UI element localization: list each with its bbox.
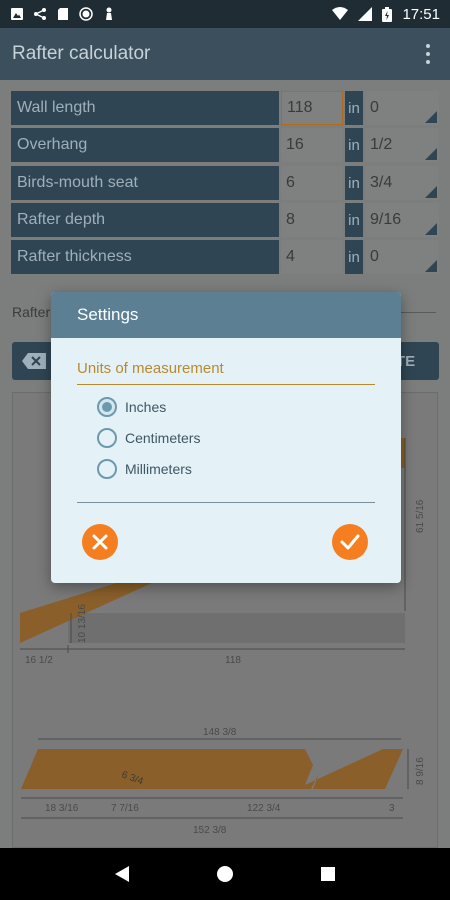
dim-d: 3 [389,803,395,814]
unit-label: in [345,203,363,237]
rafter-depth-fraction-select[interactable]: 9/16 [365,203,439,237]
app-bar: Rafter calculator [0,28,450,80]
radio-inches[interactable]: Inches [97,397,166,417]
overhang-input[interactable]: 16 [281,128,343,162]
dim-b: 7 7/16 [111,803,139,814]
unit-label: in [345,91,363,125]
home-icon[interactable] [216,865,234,883]
radio-label: Millimeters [125,461,192,477]
section-label: Rafter [12,304,51,320]
input-row-rafter-depth: Rafter depth 8 in 9/16 [11,203,439,237]
radio-label: Inches [125,399,167,415]
sd-card-icon [58,8,68,20]
rafter-thickness-input[interactable]: 4 [281,240,343,274]
birds-mouth-seat-input[interactable]: 6 [281,166,343,200]
dropdown-corner-icon [425,260,437,272]
record-icon [79,7,93,21]
radio-button-checked[interactable] [97,397,117,417]
dim-run: 118 [225,655,241,666]
rafter-top-end-shape [401,438,405,468]
units-section-label: Units of measurement [77,360,224,377]
dim-c: 122 3/4 [247,803,281,814]
fraction-value: 0 [370,248,379,265]
close-icon [92,534,108,550]
input-label: Rafter thickness [11,240,279,274]
cancel-button[interactable] [82,524,118,560]
overhang-fraction-select[interactable]: 1/2 [365,128,439,162]
radio-button[interactable] [97,428,117,448]
unit-label: in [345,128,363,162]
recents-icon[interactable] [319,865,337,883]
dropdown-corner-icon [425,186,437,198]
dialog-divider [77,502,375,503]
wifi-icon [332,7,349,20]
dim-total: 152 3/8 [193,825,227,836]
input-label: Wall length [11,91,279,125]
input-row-birds-mouth-seat: Birds-mouth seat 6 in 3/4 [11,166,439,200]
clear-button[interactable] [12,342,56,380]
dim-a: 18 3/16 [45,803,79,814]
app-title: Rafter calculator [12,43,151,64]
wall-length-input[interactable]: 118 [281,91,343,125]
person-icon [106,7,112,20]
dropdown-corner-icon [425,148,437,160]
share-icon [34,8,46,20]
input-row-wall-length: Wall length 118 in 0 [11,91,439,125]
overflow-menu-icon[interactable] [418,42,438,66]
input-row-rafter-thickness: Rafter thickness 4 in 0 [11,240,439,274]
unit-label: in [345,166,363,200]
radio-millimeters[interactable]: Millimeters [97,459,192,479]
ok-button[interactable] [332,524,368,560]
rafter-thickness-fraction-select[interactable]: 0 [365,240,439,274]
input-label: Overhang [11,128,279,162]
rafter-depth-input[interactable]: 8 [281,203,343,237]
wall-plate-shape [68,613,405,643]
back-icon[interactable] [113,865,131,883]
signal-icon [358,7,373,21]
input-label: Birds-mouth seat [11,166,279,200]
backspace-icon [22,353,46,369]
radio-button[interactable] [97,459,117,479]
dim-total-top: 148 3/8 [203,727,237,738]
fraction-value: 9/16 [370,211,402,228]
input-label: Rafter depth [11,203,279,237]
clock: 17:51 [402,5,440,23]
unit-label: in [345,240,363,274]
units-divider [77,384,375,385]
birds-mouth-fraction-select[interactable]: 3/4 [365,166,439,200]
status-bar: 17:51 [0,0,450,28]
dropdown-corner-icon [425,223,437,235]
fraction-value: 3/4 [370,174,393,191]
radio-centimeters[interactable]: Centimeters [97,428,200,448]
rafter-board-shape [21,749,403,789]
input-row-overhang: Overhang 16 in 1/2 [11,128,439,162]
settings-dialog: Settings Units of measurement Inches Cen… [51,292,401,583]
check-icon [340,534,360,550]
dim-depth: 8 9/16 [415,757,426,785]
dialog-title: Settings [51,292,401,338]
dim-overhang: 16 1/2 [25,655,53,666]
fraction-value: 1/2 [370,136,393,153]
wall-length-fraction-select[interactable]: 0 [365,91,439,125]
dropdown-corner-icon [425,111,437,123]
dim-side: 10 13/16 [77,604,88,643]
photo-icon [11,8,23,20]
navigation-bar [0,848,450,900]
fraction-value: 0 [370,99,379,116]
radio-label: Centimeters [125,430,201,446]
battery-icon [382,6,393,22]
dim-height: 61 5/16 [415,499,426,533]
